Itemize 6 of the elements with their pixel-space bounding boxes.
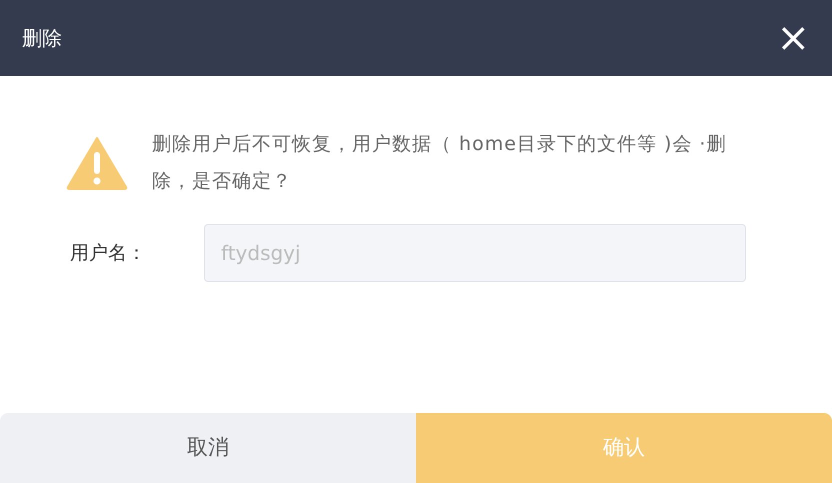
- warning-message: 删除用户后不可恢复，用户数据（ home目录下的文件等 )会 ·删除，是否确定？: [152, 132, 728, 194]
- dialog-title: 删除: [22, 25, 62, 52]
- close-button[interactable]: ×: [776, 18, 810, 58]
- warning-icon: [66, 136, 128, 190]
- username-label: 用户名：: [69, 240, 147, 266]
- cancel-button[interactable]: 取消: [0, 413, 416, 483]
